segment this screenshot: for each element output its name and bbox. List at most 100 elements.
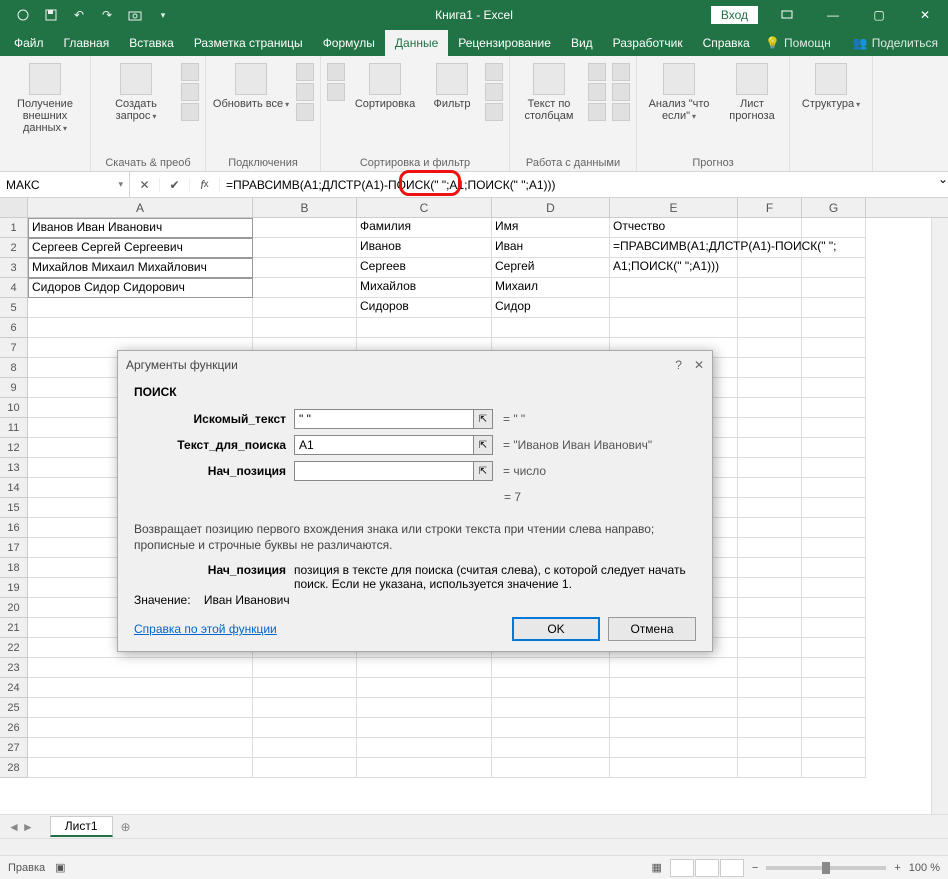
share-icon[interactable]: 👥 xyxy=(853,36,868,50)
row-header[interactable]: 23 xyxy=(0,658,28,678)
cell-E3[interactable]: A1;ПОИСК(" ";A1))) xyxy=(610,258,738,278)
cancel-button[interactable]: Отмена xyxy=(608,617,696,641)
cell-A24[interactable] xyxy=(28,678,253,698)
arg-input-0[interactable] xyxy=(294,409,474,429)
column-headers[interactable]: ABCDEFG xyxy=(0,198,948,218)
cell-C26[interactable] xyxy=(357,718,492,738)
cell-F19[interactable] xyxy=(738,578,802,598)
cell-D1[interactable]: Имя xyxy=(492,218,610,238)
enter-formula-icon[interactable]: ✔ xyxy=(160,178,190,192)
cell-F9[interactable] xyxy=(738,378,802,398)
share-label[interactable]: Поделиться xyxy=(872,36,938,50)
ok-button[interactable]: OK xyxy=(512,617,600,641)
cell-C5[interactable]: Сидоров xyxy=(357,298,492,318)
cell-A25[interactable] xyxy=(28,698,253,718)
ribbon-tab-Вставка[interactable]: Вставка xyxy=(119,30,184,56)
dialog-help-link[interactable]: Справка по этой функции xyxy=(134,622,277,636)
text-to-columns-button[interactable]: Текст по столбцам xyxy=(516,59,582,122)
cell-A1[interactable]: Иванов Иван Иванович xyxy=(28,218,253,238)
cell-B26[interactable] xyxy=(253,718,357,738)
save-icon[interactable] xyxy=(38,3,64,27)
close-button[interactable]: ✕ xyxy=(902,0,948,30)
autosave-toggle[interactable] xyxy=(10,3,36,27)
cell-F1[interactable] xyxy=(738,218,802,238)
flash-fill-icon[interactable] xyxy=(588,63,606,81)
show-queries-icon[interactable] xyxy=(181,63,199,81)
column-header-A[interactable]: A xyxy=(28,198,253,217)
what-if-button[interactable]: Анализ "что если" xyxy=(643,59,715,122)
cell-F3[interactable] xyxy=(738,258,802,278)
cell-G12[interactable] xyxy=(802,438,866,458)
row-header[interactable]: 9 xyxy=(0,378,28,398)
cell-B28[interactable] xyxy=(253,758,357,778)
camera-icon[interactable] xyxy=(122,3,148,27)
reapply-icon[interactable] xyxy=(485,83,503,101)
cell-B1[interactable] xyxy=(253,218,357,238)
remove-dup-icon[interactable] xyxy=(588,83,606,101)
cell-F16[interactable] xyxy=(738,518,802,538)
cancel-formula-icon[interactable]: ✕ xyxy=(130,178,160,192)
zoom-slider[interactable] xyxy=(766,866,886,870)
new-query-button[interactable]: Создать запрос xyxy=(97,59,175,122)
column-header-D[interactable]: D xyxy=(492,198,610,217)
cell-B23[interactable] xyxy=(253,658,357,678)
ribbon-tab-Разметка страницы[interactable]: Разметка страницы xyxy=(184,30,313,56)
row-header[interactable]: 25 xyxy=(0,698,28,718)
cell-G10[interactable] xyxy=(802,398,866,418)
collapse-dialog-icon[interactable]: ⇱ xyxy=(473,409,493,429)
ribbon-tab-Разработчик[interactable]: Разработчик xyxy=(603,30,693,56)
ribbon-tab-Данные[interactable]: Данные xyxy=(385,30,448,56)
cell-F5[interactable] xyxy=(738,298,802,318)
cell-A27[interactable] xyxy=(28,738,253,758)
sheet-nav-next-icon[interactable]: ► xyxy=(22,820,34,834)
row-header[interactable]: 12 xyxy=(0,438,28,458)
properties-icon[interactable] xyxy=(296,83,314,101)
row-header[interactable]: 10 xyxy=(0,398,28,418)
cell-D25[interactable] xyxy=(492,698,610,718)
formula-input[interactable]: =ПРАВСИМВ(A1;ДЛСТР(A1)-ПОИСК(" ";A1;ПОИС… xyxy=(220,172,938,197)
refresh-all-button[interactable]: Обновить все xyxy=(212,59,290,110)
cell-G17[interactable] xyxy=(802,538,866,558)
display-settings-icon[interactable]: ▦ xyxy=(652,861,662,874)
cell-B2[interactable] xyxy=(253,238,357,258)
cell-E4[interactable] xyxy=(610,278,738,298)
select-all-corner[interactable] xyxy=(0,198,28,217)
fx-icon[interactable]: fx xyxy=(190,178,220,192)
cell-E28[interactable] xyxy=(610,758,738,778)
row-header[interactable]: 22 xyxy=(0,638,28,658)
name-box[interactable]: МАКС▾ xyxy=(0,172,130,197)
cell-F6[interactable] xyxy=(738,318,802,338)
cell-G27[interactable] xyxy=(802,738,866,758)
row-header[interactable]: 20 xyxy=(0,598,28,618)
advanced-filter-icon[interactable] xyxy=(485,103,503,121)
cell-B6[interactable] xyxy=(253,318,357,338)
row-header[interactable]: 5 xyxy=(0,298,28,318)
forecast-sheet-button[interactable]: Лист прогноза xyxy=(721,59,783,122)
column-header-E[interactable]: E xyxy=(610,198,738,217)
cell-G24[interactable] xyxy=(802,678,866,698)
cell-D5[interactable]: Сидор xyxy=(492,298,610,318)
filter-button[interactable]: Фильтр xyxy=(425,59,479,110)
cell-F15[interactable] xyxy=(738,498,802,518)
cell-D3[interactable]: Сергей xyxy=(492,258,610,278)
relationships-icon[interactable] xyxy=(612,83,630,101)
row-header[interactable]: 2 xyxy=(0,238,28,258)
collapse-dialog-icon[interactable]: ⇱ xyxy=(473,435,493,455)
cell-B3[interactable] xyxy=(253,258,357,278)
cell-F2[interactable] xyxy=(738,238,802,258)
cell-C4[interactable]: Михайлов xyxy=(357,278,492,298)
cell-F11[interactable] xyxy=(738,418,802,438)
cell-F4[interactable] xyxy=(738,278,802,298)
tell-me-icon[interactable]: 💡 xyxy=(765,36,780,50)
minimize-button[interactable]: — xyxy=(810,0,856,30)
row-header[interactable]: 21 xyxy=(0,618,28,638)
cell-A2[interactable]: Сергеев Сергей Сергеевич xyxy=(28,238,253,258)
cell-F27[interactable] xyxy=(738,738,802,758)
ribbon-tab-Главная[interactable]: Главная xyxy=(54,30,120,56)
cell-C27[interactable] xyxy=(357,738,492,758)
cell-G5[interactable] xyxy=(802,298,866,318)
cell-C6[interactable] xyxy=(357,318,492,338)
cell-A5[interactable] xyxy=(28,298,253,318)
cell-F22[interactable] xyxy=(738,638,802,658)
cell-E6[interactable] xyxy=(610,318,738,338)
